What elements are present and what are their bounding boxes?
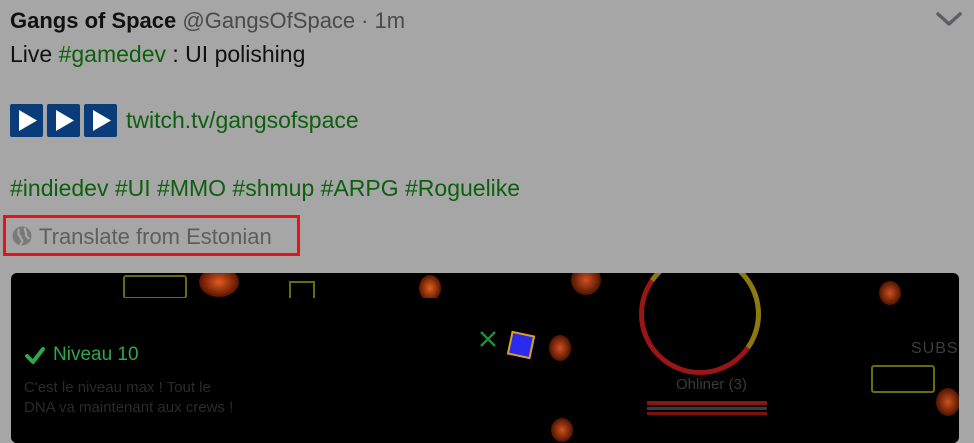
- media-preview[interactable]: Niveau 10 C'est le niveau max ! Tout le …: [11, 273, 959, 443]
- fire-particle: [199, 273, 239, 297]
- display-name[interactable]: Gangs of Space: [10, 8, 176, 33]
- tweet-link-line: twitch.tv/gangsofspace: [10, 102, 359, 138]
- tweet-timestamp[interactable]: 1m: [375, 8, 406, 33]
- fire-particle: [571, 273, 601, 295]
- play-icon: [47, 103, 80, 137]
- level-description-line: C'est le niveau max ! Tout le: [24, 379, 211, 396]
- fire-particle: [549, 335, 571, 361]
- user-handle[interactable]: @GangsOfSpace: [182, 8, 355, 33]
- play-icon: [10, 103, 43, 137]
- shield-bar: [647, 407, 767, 410]
- player-cube: [506, 330, 536, 360]
- energy-bar: [647, 412, 767, 415]
- level-description-line: DNA va maintenant aux crews !: [24, 399, 234, 416]
- fire-particle: [879, 281, 901, 305]
- tweet-hashtags[interactable]: #indiedev #UI #MMO #shmup #ARPG #Rogueli…: [10, 172, 520, 204]
- hashtag-gamedev[interactable]: #gamedev: [59, 41, 166, 67]
- fire-particle: [551, 418, 573, 442]
- tweet-header: Gangs of Space @GangsOfSpace · 1m: [10, 6, 405, 36]
- translate-label: Translate from Estonian: [39, 224, 272, 249]
- tweet-text-line-1: Live #gamedev : UI polishing: [10, 38, 305, 70]
- level-description: C'est le niveau max ! Tout le DNA va mai…: [24, 378, 233, 418]
- level-up-panel: Niveau 10 C'est le niveau max ! Tout le …: [11, 298, 511, 443]
- target-ring-arc: [629, 273, 771, 385]
- tweet-text-rest: : UI polishing: [172, 41, 306, 67]
- close-icon[interactable]: [477, 328, 499, 350]
- health-bar: [647, 401, 767, 405]
- corner-label: SUBS: [911, 340, 959, 357]
- player-name: Ohliner (3): [676, 376, 747, 393]
- fire-particle: [936, 388, 959, 416]
- separator-dot: ·: [361, 8, 369, 33]
- play-icon: [84, 103, 117, 137]
- tweet-text-live: Live: [10, 41, 53, 67]
- check-icon: [25, 347, 45, 364]
- chevron-down-icon[interactable]: [934, 6, 964, 32]
- translate-button[interactable]: Translate from Estonian: [3, 215, 300, 256]
- ship-sprite: [871, 365, 935, 393]
- twitch-link[interactable]: twitch.tv/gangsofspace: [126, 102, 359, 138]
- ship-sprite: [123, 275, 187, 299]
- level-label: Niveau 10: [53, 344, 139, 365]
- globe-icon: [12, 226, 32, 246]
